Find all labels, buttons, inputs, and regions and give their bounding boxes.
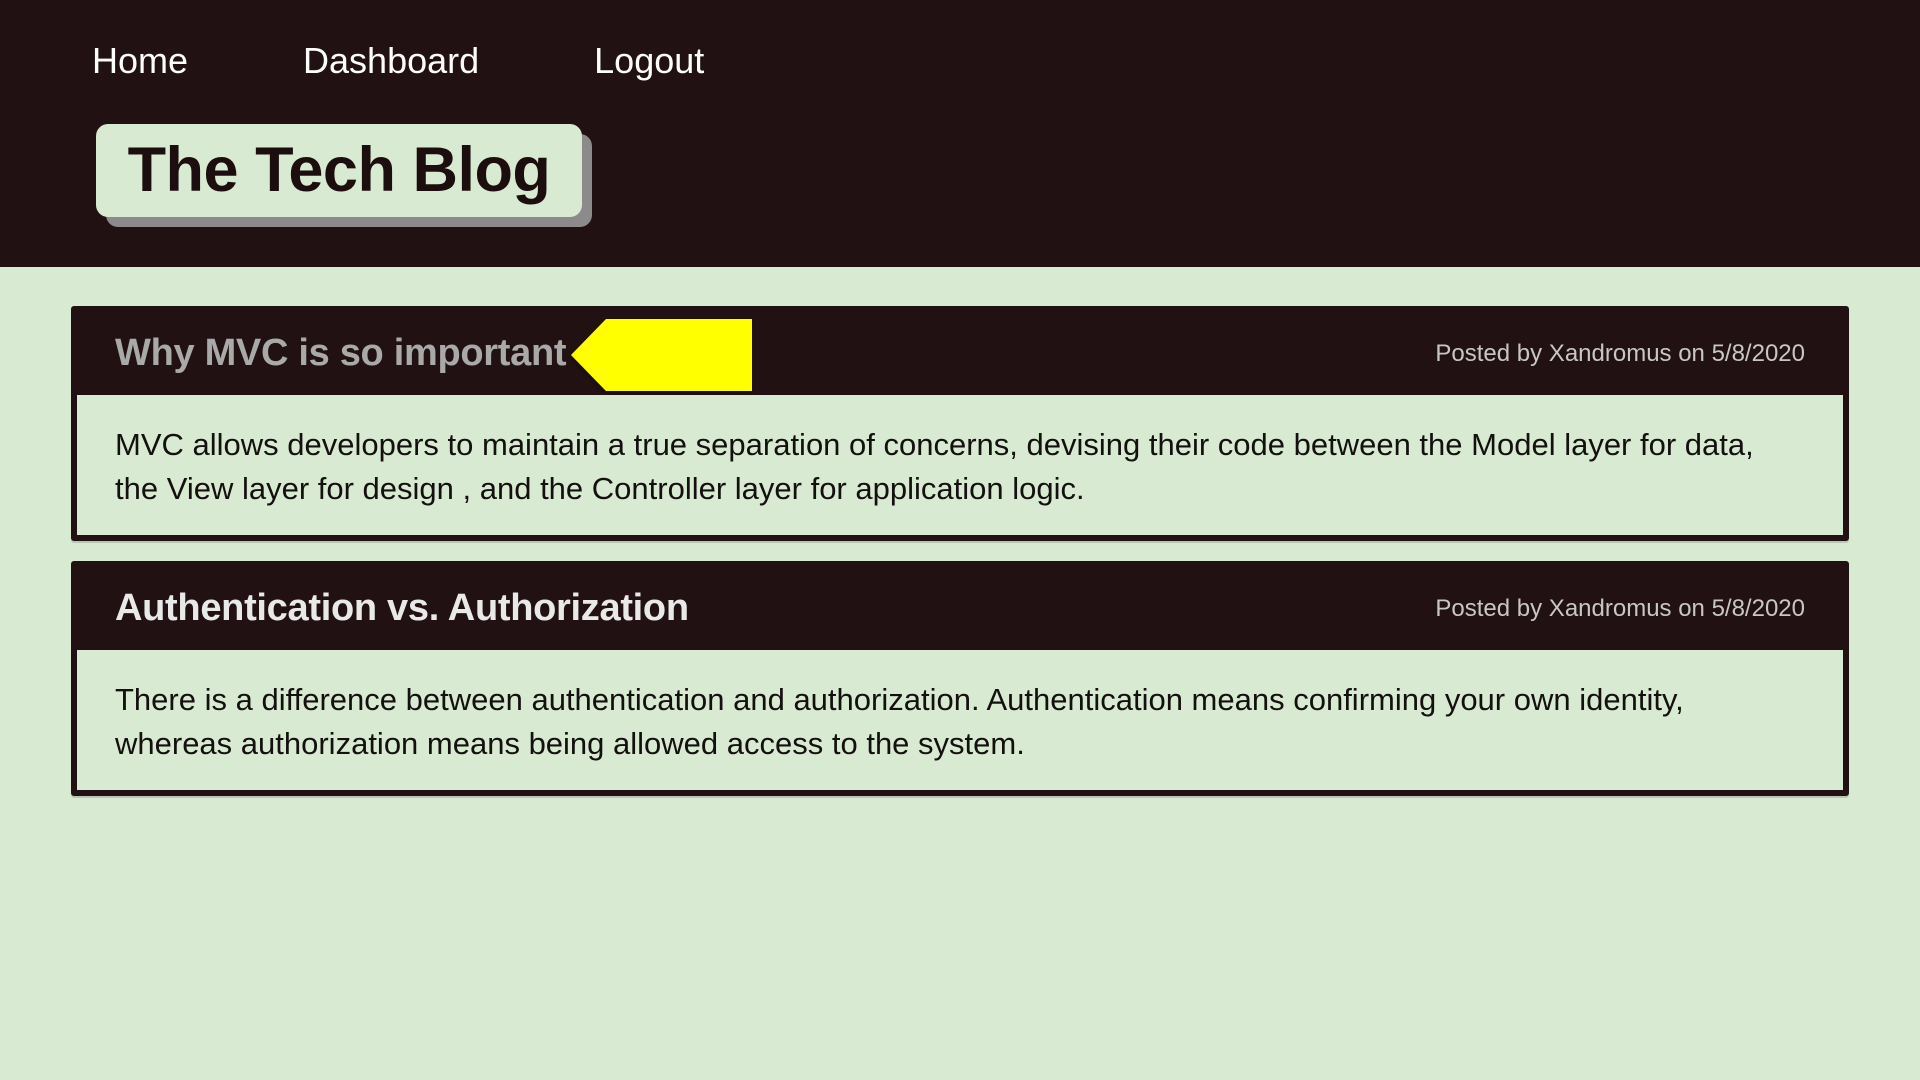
highlight-arrow-marker	[571, 319, 752, 391]
post-card[interactable]: Authentication vs. Authorization Posted …	[71, 561, 1849, 796]
brand-badge: The Tech Blog	[96, 124, 582, 217]
post-card-header: Authentication vs. Authorization Posted …	[77, 567, 1843, 650]
main-nav: Home Dashboard Logout	[92, 38, 704, 84]
nav-dashboard-link[interactable]: Dashboard	[303, 38, 479, 84]
post-card[interactable]: Why MVC is so important Posted by Xandro…	[71, 306, 1849, 541]
post-meta: Posted by Xandromus on 5/8/2020	[1435, 594, 1805, 622]
post-title[interactable]: Why MVC is so important	[115, 332, 567, 375]
post-title[interactable]: Authentication vs. Authorization	[115, 587, 689, 630]
post-list: Why MVC is so important Posted by Xandro…	[71, 306, 1849, 816]
nav-logout-link[interactable]: Logout	[594, 38, 704, 84]
site-header: Home Dashboard Logout The Tech Blog	[0, 0, 1920, 267]
post-card-header: Why MVC is so important Posted by Xandro…	[77, 312, 1843, 395]
post-body: There is a difference between authentica…	[115, 682, 1684, 761]
post-meta: Posted by Xandromus on 5/8/2020	[1435, 339, 1805, 367]
post-body: MVC allows developers to maintain a true…	[115, 427, 1754, 506]
site-title: The Tech Blog	[127, 135, 551, 205]
nav-home-link[interactable]: Home	[92, 38, 188, 84]
